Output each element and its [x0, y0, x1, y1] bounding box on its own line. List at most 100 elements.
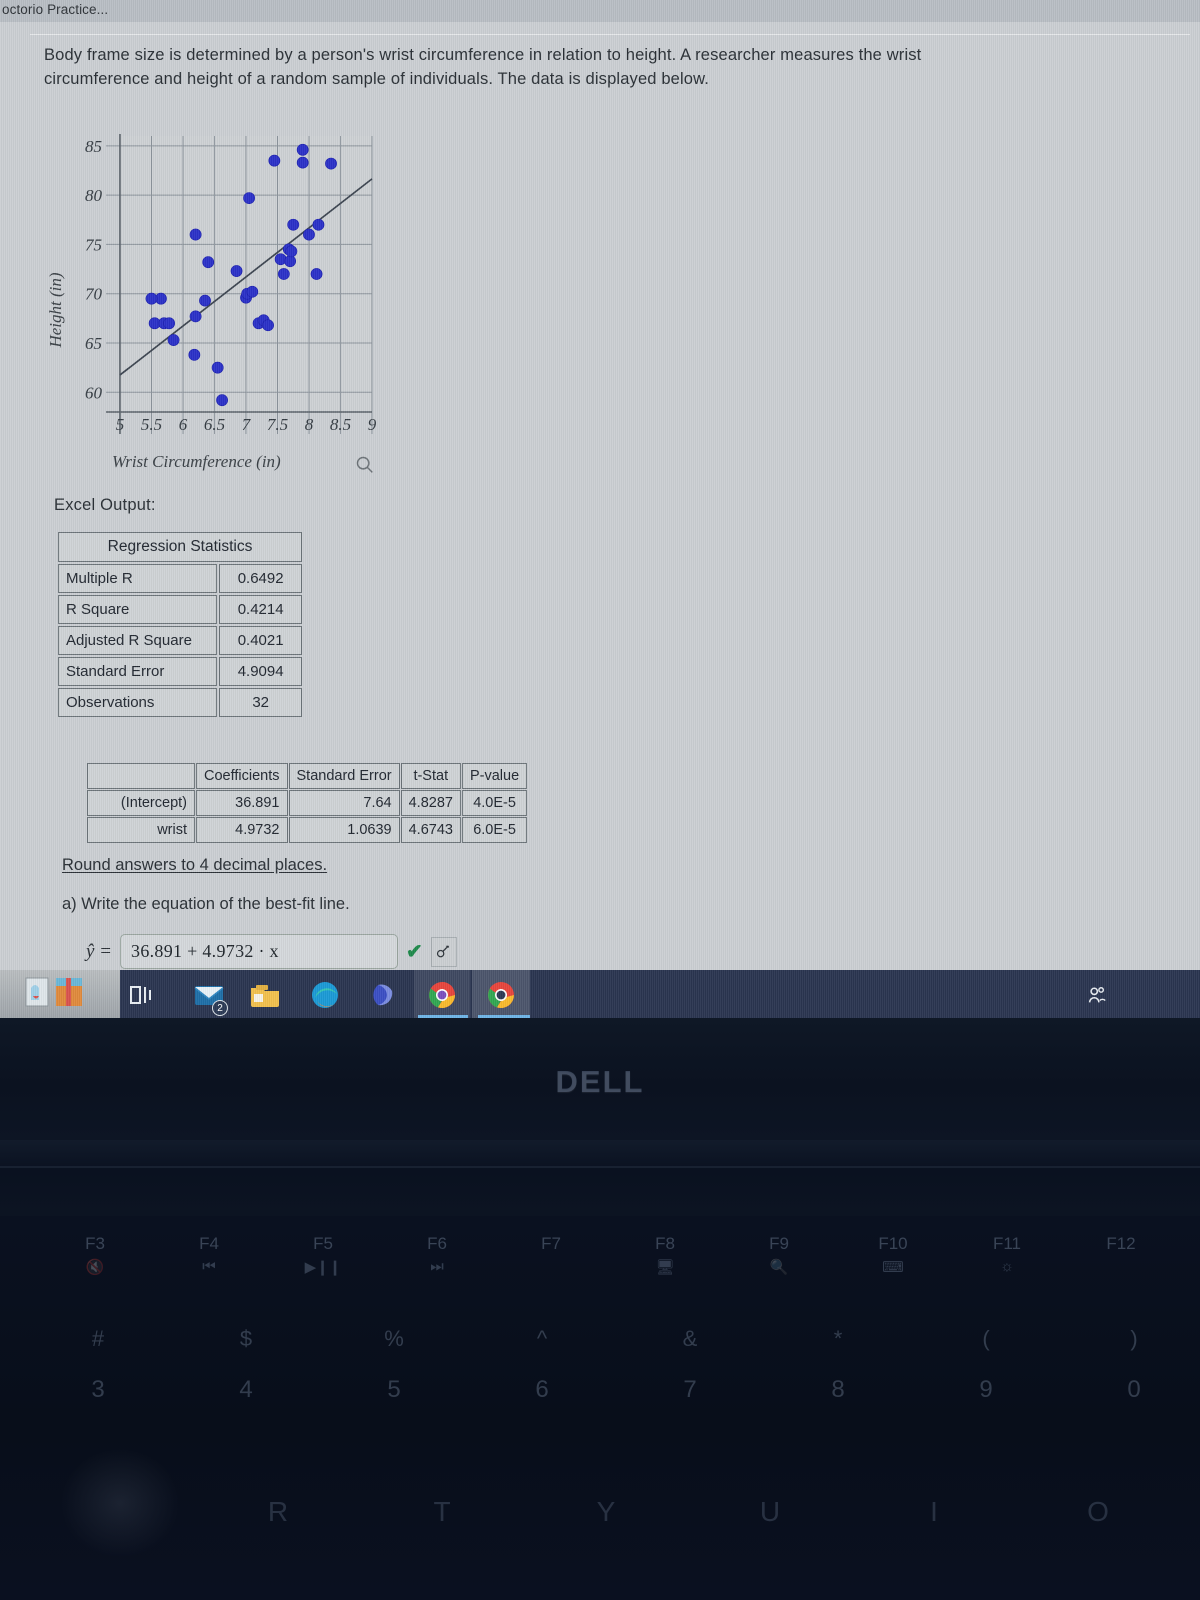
chart-data-point	[284, 255, 296, 268]
key-symbol: %	[384, 1326, 404, 1351]
regstats-row-label: Adjusted R Square	[58, 626, 218, 655]
laptop-keyboard: F3 🔇 F4 ⏮ F5 ▶❙❙ F6 ⏭ F7 F8 🖥 F9 🔍 F10 ⌨ F11 ☼ F12 #3 $4% 5…	[0, 1216, 1200, 1600]
key-number: 5	[387, 1376, 401, 1403]
chart-data-point	[211, 361, 224, 374]
coef-row: (Intercept) 36.891 7.64 4.8287 4.0E-5	[87, 790, 528, 816]
key-0[interactable]: ) 0	[1094, 1326, 1174, 1404]
coef-column-header: P-value	[461, 763, 528, 789]
key-f9[interactable]: F9 🔍	[744, 1234, 814, 1276]
browser-tab-strip: octorio Practice...	[0, 0, 1200, 22]
key-label: F8	[655, 1234, 675, 1253]
key-label: F6	[427, 1234, 447, 1253]
keyboard-glare	[60, 1448, 180, 1558]
magnifier-icon[interactable]	[354, 454, 376, 476]
key-symbol: &	[682, 1326, 698, 1351]
key-f11[interactable]: F11 ☼	[972, 1234, 1042, 1275]
key-number: 3	[91, 1376, 105, 1403]
key-f7[interactable]: F7	[516, 1234, 586, 1258]
coef-row: wrist 4.9732 1.0639 4.6743 6.0E-5	[87, 817, 528, 843]
coef-cell-t-stat: 4.6743	[400, 817, 461, 843]
key-t[interactable]: T	[412, 1496, 472, 1528]
key-f12[interactable]: F12	[1086, 1234, 1156, 1258]
chart-x-tick-label: 5.5	[141, 415, 162, 434]
chart-y-tick-label: 60	[85, 383, 103, 402]
coef-cell-t-stat: 4.8287	[400, 790, 461, 816]
key-sublabel: 🔇	[85, 1259, 105, 1276]
key-f3[interactable]: F3 🔇	[60, 1234, 130, 1276]
key-symbol: *	[833, 1326, 843, 1351]
regstats-row-value: 0.4021	[219, 626, 302, 655]
coef-cell-p-value: 4.0E-5	[461, 790, 528, 816]
key-label: F11	[992, 1234, 1022, 1253]
regstats-row: Adjusted R Square 0.4021	[58, 626, 302, 655]
chart-data-point	[202, 256, 215, 269]
chart-data-point	[296, 156, 309, 169]
regstats-row-label: Standard Error	[58, 657, 218, 686]
laptop-hinge	[0, 1140, 1200, 1216]
key-6[interactable]: ^ 6	[502, 1326, 582, 1404]
chart-x-tick-label: 6	[179, 415, 188, 434]
key-f6[interactable]: F6 ⏭	[402, 1234, 472, 1275]
regstats-row-label: Multiple R	[58, 564, 218, 593]
dell-brand-logo: DELL	[555, 1064, 645, 1099]
key-f8[interactable]: F8 🖥	[630, 1234, 700, 1276]
chrome-icon-1[interactable]	[425, 978, 459, 1012]
key-y[interactable]: Y	[576, 1496, 636, 1528]
chart-data-point	[303, 228, 315, 241]
key-symbol: ^	[536, 1326, 548, 1351]
coef-column-header: Standard Error	[288, 763, 400, 789]
answer-preview-key-icon[interactable]	[430, 936, 457, 967]
regstats-row-value: 0.6492	[219, 564, 302, 593]
key-sublabel: ▶❙❙	[304, 1259, 342, 1276]
chart-x-tick-label: 7	[242, 415, 252, 434]
coef-cell-standard-error: 1.0639	[288, 817, 400, 843]
key-number: 6	[535, 1376, 549, 1403]
key-number: 4	[239, 1376, 253, 1403]
office-icon[interactable]	[368, 978, 402, 1012]
key-r[interactable]: R	[248, 1496, 308, 1528]
key-9[interactable]: (9	[946, 1326, 1026, 1404]
chart-y-tick-label: 85	[85, 137, 102, 156]
coef-cell-p-value: 6.0E-5	[461, 817, 528, 843]
key-f10[interactable]: F10 ⌨	[858, 1234, 928, 1276]
chart-data-point	[163, 317, 176, 330]
key-o[interactable]: O	[1068, 1496, 1128, 1528]
key-4[interactable]: $4	[206, 1326, 286, 1404]
chart-data-point	[145, 292, 158, 305]
key-i[interactable]: I	[904, 1496, 964, 1528]
key-f5[interactable]: F5 ▶❙❙	[288, 1234, 358, 1276]
scatter-plot: Height (in) 60 65 70 75 80 85 5 5.5 6 6.5 7 7.5 8 8.5…	[46, 122, 392, 492]
chart-x-tick-label: 9	[368, 415, 377, 434]
browser-tab-title[interactable]: octorio Practice...	[2, 2, 108, 17]
task-view-icon[interactable]	[126, 978, 160, 1012]
regstats-header: Regression Statistics	[58, 532, 302, 562]
answer-input[interactable]: 36.891 + 4.9732 · x	[120, 934, 399, 969]
round-answers-note: Round answers to 4 decimal places.	[62, 856, 328, 874]
chart-x-tick-label: 8.5	[330, 415, 351, 434]
coefficients-table: Coefficients Standard Error t-Stat P-value …	[86, 762, 528, 844]
key-f4[interactable]: F4 ⏮	[174, 1234, 244, 1275]
key-label: F12	[1106, 1234, 1136, 1253]
regression-statistics-table: Regression Statistics Multiple R 0.6492 R …	[56, 530, 304, 719]
file-explorer-icon[interactable]	[248, 978, 282, 1012]
coef-body: (Intercept) 36.891 7.64 4.8287 4.0E-5 wrist 4.…	[87, 790, 528, 843]
key-label: F9	[769, 1234, 789, 1253]
chart-data-point	[246, 285, 259, 298]
key-7[interactable]: & 7	[650, 1326, 730, 1404]
key-symbol: $	[239, 1326, 253, 1351]
yhat-label: ŷ =	[86, 940, 113, 962]
key-5[interactable]: % 5	[354, 1326, 434, 1404]
chart-data-point	[243, 192, 256, 204]
chart-data-point	[310, 268, 323, 280]
key-8[interactable]: * 8	[798, 1326, 878, 1404]
chart-canvas: 60 65 70 75 80 85 5 5.5 6 6.5 7 7.5 8 8.5 9	[85, 134, 377, 434]
key-3[interactable]: #3	[58, 1326, 138, 1404]
people-icon[interactable]	[1086, 984, 1108, 1006]
chart-data-point	[188, 348, 201, 361]
key-u[interactable]: U	[740, 1496, 800, 1528]
chart-y-tick-label: 80	[85, 186, 103, 205]
key-symbol: #	[91, 1326, 105, 1351]
edge-icon[interactable]	[308, 978, 342, 1012]
chrome-icon-2[interactable]	[484, 978, 518, 1012]
quiz-page: Body frame size is determined by a perso…	[0, 22, 1200, 970]
